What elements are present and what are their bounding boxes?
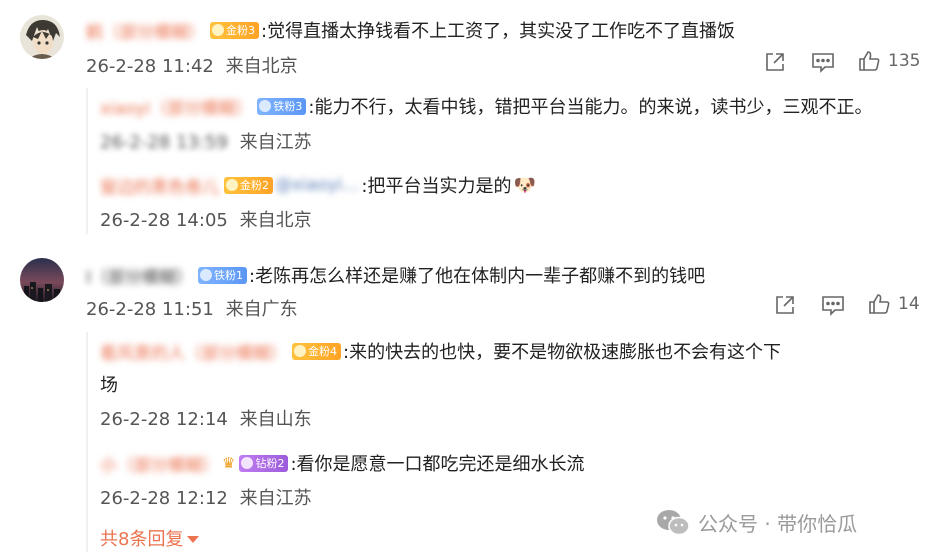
reply-location: 来自江苏 [239, 132, 312, 153]
reply-header: 看风景的人（部分模糊） 金粉4 :来的快去的也快，要不是物欲极速膨胀也不会有这个… [100, 338, 781, 364]
more-replies-label: 共8条回复 [100, 529, 184, 550]
reply-header: xiaoyi（部分模糊） 铁粉3 :能力不行，太看中钱，错把平台当能力。的来说，… [100, 93, 872, 119]
reply-time: 26-2-28 12:14 [100, 409, 228, 430]
reply-meta: 26-2-28 12:12 来自江苏 [100, 484, 312, 510]
avatar[interactable] [20, 15, 64, 59]
like-count: 14 [898, 294, 920, 314]
iron-fan-icon [259, 100, 272, 112]
fan-badge[interactable]: 铁粉1 [198, 266, 248, 284]
share-button[interactable] [774, 294, 796, 316]
crown-icon: ♛ [222, 454, 236, 472]
username[interactable]: 小（部分模糊） [100, 451, 219, 476]
fan-badge[interactable]: 铁粉3 [257, 97, 307, 115]
comment-meta: 26-2-28 11:51 来自广东 [86, 295, 298, 321]
fan-badge[interactable]: 金粉2 [224, 176, 273, 194]
reply-button[interactable] [811, 51, 835, 73]
gold-fan-icon [226, 179, 238, 191]
reply-time: 26-2-28 12:12 [100, 488, 228, 509]
reply-location: 来自北京 [239, 210, 312, 231]
comment-location: 来自北京 [225, 56, 298, 77]
comment-text: :老陈再怎么样还是赚了他在体制内一辈子都赚不到的钱吧 [249, 266, 706, 287]
wechat-icon [657, 509, 690, 535]
reply-header: 窗边的黑色卷儿 金粉2 @xiaoyi… :把平台当实力是的 🐶 [100, 172, 536, 198]
share-icon [776, 296, 794, 314]
watermark-text: 公众号 · 带你恰瓜 [698, 512, 858, 536]
reply-meta: 26-2-28 12:14 来自山东 [100, 405, 312, 431]
reply-meta: 26-2-28 14:05 来自北京 [100, 206, 312, 232]
reply-text: :看你是愿意一口都吃完还是细水长流 [290, 454, 585, 475]
like-button[interactable]: 135 [858, 50, 920, 72]
gold-fan-icon [212, 24, 224, 36]
comment-time: 26-2-28 11:42 [86, 56, 214, 77]
reply-location: 来自山东 [239, 409, 312, 430]
diamond-fan-icon [241, 457, 254, 469]
reply-text: :把平台当实力是的 [361, 176, 512, 197]
reply-text: :能力不行，太看中钱，错把平台当能力。的来说，读书少，三观不正。 [308, 97, 873, 118]
reply-meta: 26-2-28 13:59 来自江苏 [100, 128, 312, 154]
comment-icon [822, 296, 844, 316]
reply-header: 小（部分模糊） ♛ 钻粉2 :看你是愿意一口都吃完还是细水长流 [100, 450, 585, 476]
caret-down-icon [187, 535, 200, 543]
username[interactable]: xiaoyi（部分模糊） [100, 94, 252, 119]
like-count: 135 [888, 51, 921, 71]
doge-emoji-icon: 🐶 [513, 174, 536, 196]
reply-text-continued: 场 [100, 375, 118, 396]
reply-time: 26-2-28 13:59 [100, 132, 228, 153]
comment-time: 26-2-28 11:51 [86, 299, 214, 320]
fan-badge[interactable]: 金粉4 [292, 342, 341, 360]
comment-text: :觉得直播太挣钱看不上工资了，其实没了工作吃不了直播饭 [261, 21, 736, 42]
more-replies-link[interactable]: 共8条回复 [100, 525, 200, 551]
username[interactable]: I（部分模糊） [86, 263, 193, 288]
gold-fan-icon [294, 345, 306, 357]
watermark: 公众号 · 带你恰瓜 [656, 508, 857, 537]
reply-text: :来的快去的也快，要不是物欲极速膨胀也不会有这个下 [343, 342, 782, 363]
iron-fan-icon [200, 269, 213, 281]
comment-location: 来自广东 [225, 299, 298, 320]
username[interactable]: 看风景的人（部分模糊） [100, 339, 287, 364]
comment-header: 鹤（部分模糊） 金粉3 :觉得直播太挣钱看不上工资了，其实没了工作吃不了直播饭 [86, 17, 735, 43]
fan-badge[interactable]: 钻粉2 [239, 454, 289, 472]
reply-location: 来自江苏 [239, 488, 312, 509]
reply-time: 26-2-28 14:05 [100, 210, 228, 231]
like-button[interactable]: 14 [868, 293, 920, 315]
comment-meta: 26-2-28 11:42 来自北京 [86, 52, 298, 78]
username[interactable]: 窗边的黑色卷儿 [100, 173, 219, 198]
fan-badge[interactable]: 金粉3 [210, 21, 259, 39]
share-icon [766, 53, 784, 71]
thumbs-up-icon [869, 294, 890, 314]
reply-button[interactable] [821, 294, 845, 316]
mention-link[interactable]: @xiaoyi… [275, 175, 359, 195]
share-button[interactable] [764, 51, 786, 73]
comment-header: I（部分模糊） 铁粉1 :老陈再怎么样还是赚了他在体制内一辈子都赚不到的钱吧 [86, 262, 705, 288]
username[interactable]: 鹤（部分模糊） [86, 18, 205, 43]
comment-icon [812, 53, 834, 73]
thumbs-up-icon [859, 51, 880, 71]
avatar[interactable] [20, 258, 64, 302]
